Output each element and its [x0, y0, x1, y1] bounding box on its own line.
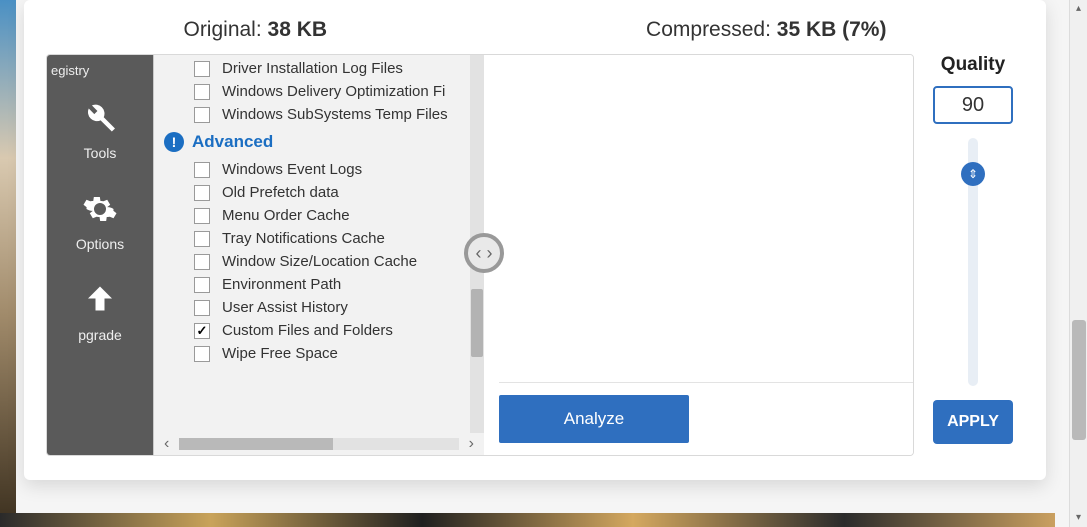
tree-item[interactable]: Windows Event Logs [154, 158, 484, 181]
original-label: Original: [183, 18, 261, 41]
tree-item[interactable]: Menu Order Cache [154, 204, 484, 227]
compare-drag-handle[interactable]: ‹ › [464, 233, 504, 273]
compressed-stat: Compressed: 35 KB (7%) [646, 18, 886, 42]
tree-item-label: Tray Notifications Cache [222, 230, 385, 247]
quality-panel: Quality ⇕ APPLY [930, 54, 1016, 456]
page-vertical-scrollbar[interactable]: ▴ ▾ [1069, 0, 1087, 527]
scroll-down-icon[interactable]: ▾ [1070, 509, 1087, 527]
app-sidebar: egistry Tools Options [47, 55, 153, 455]
sidebar-item-label: pgrade [78, 327, 122, 343]
tree-item-label: Windows Event Logs [222, 161, 362, 178]
scroll-up-icon[interactable]: ▴ [1070, 0, 1087, 18]
tree-item[interactable]: Driver Installation Log Files [154, 57, 484, 80]
tree-item-label: User Assist History [222, 299, 348, 316]
original-pane: egistry Tools Options [47, 55, 484, 455]
checkbox[interactable] [194, 300, 210, 316]
sidebar-item-label: Options [76, 236, 124, 252]
original-value: 38 KB [268, 18, 328, 41]
checkbox[interactable] [194, 107, 210, 123]
sidebar-item-options[interactable]: Options [47, 177, 153, 268]
compressed-pane: Analyze [485, 55, 914, 455]
tree-category-advanced[interactable]: ! Advanced [154, 126, 484, 158]
apply-button[interactable]: APPLY [933, 400, 1013, 444]
tree-item[interactable]: User Assist History [154, 296, 484, 319]
slider-knob[interactable]: ⇕ [961, 162, 985, 186]
checkbox[interactable] [194, 185, 210, 201]
checkbox[interactable] [194, 323, 210, 339]
scroll-left-icon[interactable]: ‹ [164, 435, 169, 453]
tree-item-label: Custom Files and Folders [222, 322, 393, 339]
tree-item[interactable]: Custom Files and Folders [154, 319, 484, 342]
scrollbar-track[interactable] [179, 438, 458, 450]
scrollbar-thumb[interactable] [471, 289, 483, 357]
scroll-right-icon[interactable]: › [469, 435, 474, 453]
tree-item[interactable]: Wipe Free Space [154, 342, 484, 365]
tree-item[interactable]: Tray Notifications Cache [154, 227, 484, 250]
checkbox[interactable] [194, 208, 210, 224]
tree-item-label: Windows SubSystems Temp Files [222, 106, 448, 123]
checkbox[interactable] [194, 277, 210, 293]
tree-item-label: Windows Delivery Optimization Fi [222, 83, 445, 100]
tree-horizontal-scrollbar[interactable]: ‹ › [154, 433, 484, 455]
tree-item-label: Environment Path [222, 276, 341, 293]
background-strip-left [0, 0, 16, 527]
background-strip-bottom [0, 513, 1055, 527]
upgrade-arrow-icon [47, 282, 153, 321]
tree-item[interactable]: Window Size/Location Cache [154, 250, 484, 273]
checkbox[interactable] [194, 346, 210, 362]
compressed-label: Compressed: [646, 18, 771, 41]
image-compare-area: egistry Tools Options [46, 54, 914, 456]
sidebar-item-tools[interactable]: Tools [47, 86, 153, 177]
checkbox[interactable] [194, 61, 210, 77]
tree-item-label: Menu Order Cache [222, 207, 350, 224]
quality-slider[interactable]: ⇕ [968, 138, 978, 386]
size-stats: Original: 38 KB Compressed: 35 KB (7%) [24, 0, 1046, 52]
wrench-icon [47, 100, 153, 139]
checkbox[interactable] [194, 162, 210, 178]
tree-item[interactable]: Old Prefetch data [154, 181, 484, 204]
tree-item[interactable]: Windows Delivery Optimization Fi [154, 80, 484, 103]
gear-icon [47, 191, 153, 230]
info-icon: ! [164, 132, 184, 152]
quality-input[interactable] [933, 86, 1013, 124]
scrollbar-thumb[interactable] [1072, 320, 1086, 440]
analyze-button[interactable]: Analyze [499, 395, 689, 443]
tree-category-label: Advanced [192, 132, 273, 152]
options-tree: Driver Installation Log Files Windows Del… [153, 55, 484, 455]
original-stat: Original: 38 KB [183, 18, 327, 42]
sidebar-item-upgrade[interactable]: pgrade [47, 268, 153, 359]
compressor-card: Original: 38 KB Compressed: 35 KB (7%) e… [24, 0, 1046, 480]
pane-divider [499, 382, 914, 383]
slider-knob-icon: ⇕ [968, 167, 978, 181]
tree-item-label: Window Size/Location Cache [222, 253, 417, 270]
quality-title: Quality [930, 54, 1016, 76]
checkbox[interactable] [194, 254, 210, 270]
tree-item[interactable]: Windows SubSystems Temp Files [154, 103, 484, 126]
checkbox[interactable] [194, 231, 210, 247]
sidebar-item-registry[interactable]: egistry [47, 61, 153, 86]
compressed-value: 35 KB (7%) [777, 18, 887, 41]
tree-item-label: Driver Installation Log Files [222, 60, 403, 77]
checkbox[interactable] [194, 84, 210, 100]
sidebar-item-label: Tools [84, 145, 117, 161]
tree-item-label: Wipe Free Space [222, 345, 338, 362]
scrollbar-thumb[interactable] [179, 438, 333, 450]
tree-item[interactable]: Environment Path [154, 273, 484, 296]
drag-handle-icon: ‹ › [476, 243, 493, 264]
tree-item-label: Old Prefetch data [222, 184, 339, 201]
